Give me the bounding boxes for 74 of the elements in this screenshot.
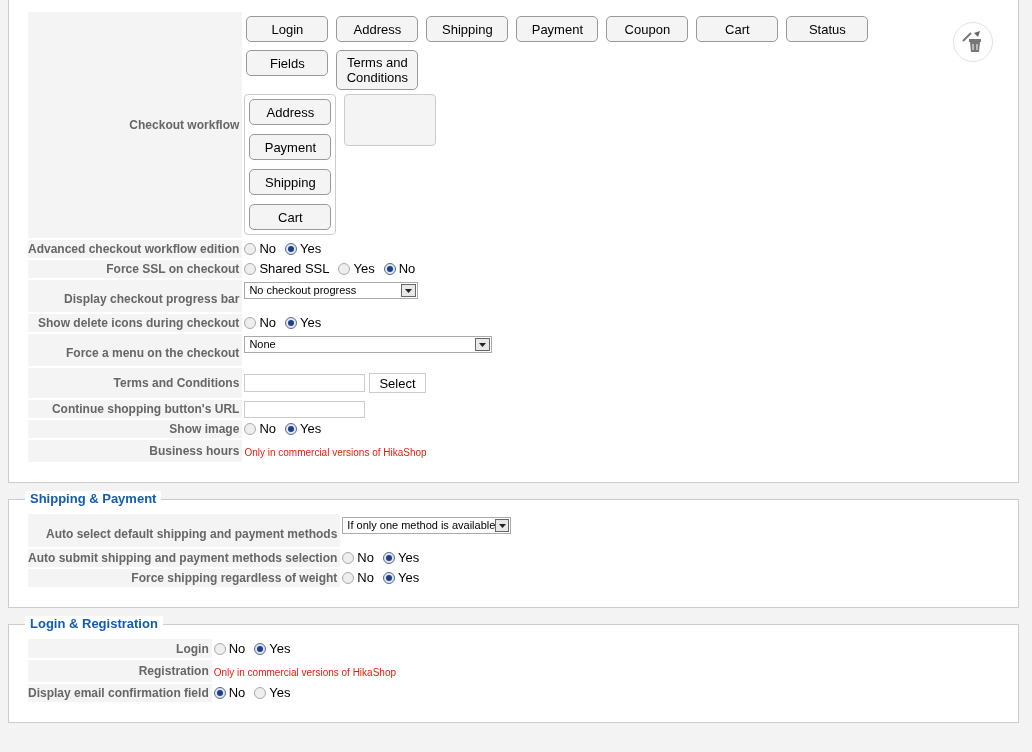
workflow-step-button[interactable]: Fields xyxy=(246,50,329,76)
field-label: Display email confirmation field xyxy=(28,686,209,700)
radio-label: Yes xyxy=(269,640,291,659)
section-legend: Login & Registration xyxy=(25,616,163,632)
field-label: Force SSL on checkout xyxy=(106,262,240,276)
field-label: Show image xyxy=(169,422,240,436)
radio-label: Yes xyxy=(398,549,420,568)
url-field[interactable] xyxy=(244,400,366,418)
radio-label: Yes xyxy=(300,240,322,259)
radio-label: Yes xyxy=(398,569,420,588)
radio-button[interactable] xyxy=(244,423,257,435)
workflow-step-button[interactable]: Shipping xyxy=(249,169,332,195)
radio-label: No xyxy=(259,240,276,259)
radio-label: No xyxy=(259,314,276,333)
radio-label: Yes xyxy=(300,420,322,439)
workflow-step-button[interactable]: Address xyxy=(336,16,419,42)
field-label: Login xyxy=(176,641,209,656)
workflow-step-button[interactable]: Address xyxy=(249,99,332,125)
radio-button[interactable] xyxy=(338,263,351,275)
field-label: Auto submit shipping and payment methods selection xyxy=(28,551,338,565)
dropdown[interactable]: None xyxy=(244,336,493,353)
radio-button[interactable] xyxy=(383,263,396,275)
radio-button[interactable] xyxy=(383,572,395,584)
radio-label: No xyxy=(357,569,374,588)
radio-label: No xyxy=(398,260,416,279)
workflow-step-button[interactable]: Terms and Conditions xyxy=(336,50,419,90)
workflow-step-button[interactable]: Login xyxy=(246,16,329,42)
trash-icon[interactable] xyxy=(953,22,993,62)
radio-button[interactable] xyxy=(244,317,257,329)
field-label: Business hours xyxy=(149,444,240,458)
radio-button[interactable] xyxy=(342,572,355,584)
radio-label: Yes xyxy=(300,314,322,333)
radio-label: No xyxy=(259,420,276,439)
radio-button[interactable] xyxy=(285,243,297,255)
field-label: Auto select default shipping and payment methods xyxy=(46,526,338,541)
radio-label: No xyxy=(228,684,246,703)
field-label: Continue shopping button's URL xyxy=(51,402,240,416)
workflow-step-button[interactable]: Payment xyxy=(249,134,332,160)
workflow-step-button[interactable]: Coupon xyxy=(606,16,689,42)
radio-button[interactable] xyxy=(285,317,297,329)
field-label: Advanced checkout workflow edition xyxy=(28,242,240,256)
workflow-step-button[interactable]: Cart xyxy=(696,16,779,42)
radio-label: No xyxy=(357,549,374,568)
workflow-step-button[interactable]: Payment xyxy=(516,16,599,42)
select-button[interactable]: Select xyxy=(369,373,426,393)
radio-button[interactable] xyxy=(342,552,355,564)
dropdown[interactable]: No checkout progress xyxy=(244,282,419,299)
radio-button[interactable] xyxy=(244,263,257,275)
radio-button[interactable] xyxy=(213,687,226,699)
field-label: Display checkout progress bar xyxy=(63,292,240,306)
workflow-step-button[interactable]: Cart xyxy=(249,204,332,230)
radio-label: Yes xyxy=(353,260,375,279)
notice-text: Only in commercial versions of HikaShop xyxy=(213,667,396,678)
field-label: Force shipping regardless of weight xyxy=(131,571,338,585)
dropdown[interactable]: If only one method is available xyxy=(342,517,512,534)
radio-label: Yes xyxy=(269,684,291,703)
radio-button[interactable] xyxy=(383,552,395,564)
workflow-step-button[interactable]: Status xyxy=(786,16,869,42)
text-field[interactable] xyxy=(244,374,366,392)
radio-label: No xyxy=(228,640,246,659)
radio-button[interactable] xyxy=(244,243,257,255)
field-label: Show delete icons during checkout xyxy=(38,316,240,330)
radio-button[interactable] xyxy=(254,643,267,655)
field-label: Checkout workflow xyxy=(129,118,240,132)
radio-button[interactable] xyxy=(213,643,226,655)
radio-button[interactable] xyxy=(254,687,267,699)
field-label: Terms and Conditions xyxy=(113,376,240,390)
section-legend: Shipping & Payment xyxy=(25,491,162,507)
notice-text: Only in commercial versions of HikaShop xyxy=(244,447,427,458)
field-label: Force a menu on the checkout xyxy=(66,346,240,360)
field-label: Registration xyxy=(138,664,209,678)
workflow-step-button[interactable]: Shipping xyxy=(426,16,509,42)
radio-button[interactable] xyxy=(285,423,297,435)
radio-label: Shared SSL xyxy=(259,260,330,279)
